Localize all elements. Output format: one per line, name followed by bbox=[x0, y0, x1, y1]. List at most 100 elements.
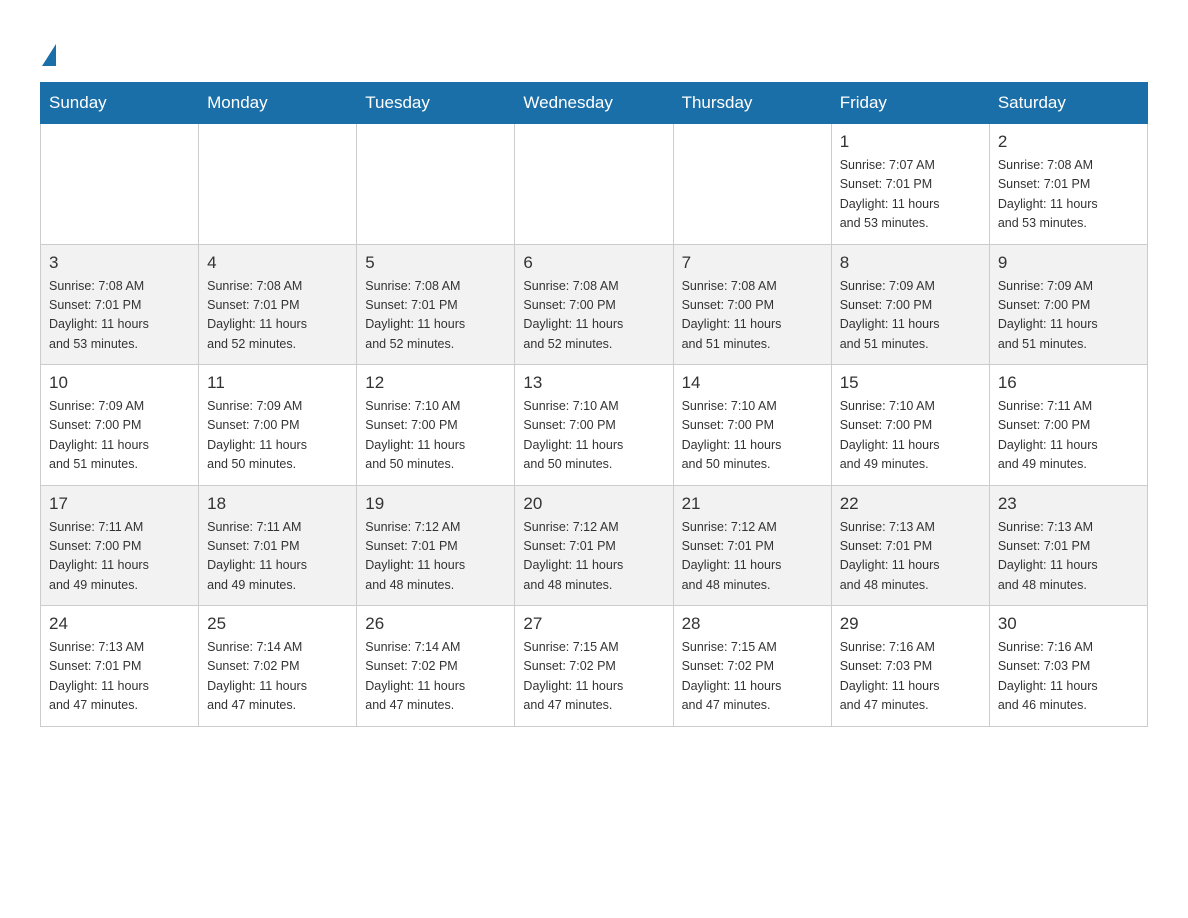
day-info: Sunrise: 7:12 AM Sunset: 7:01 PM Dayligh… bbox=[523, 518, 664, 596]
day-info: Sunrise: 7:10 AM Sunset: 7:00 PM Dayligh… bbox=[523, 397, 664, 475]
calendar-table: SundayMondayTuesdayWednesdayThursdayFrid… bbox=[40, 82, 1148, 727]
day-number: 25 bbox=[207, 614, 348, 634]
calendar-week-row: 10 Sunrise: 7:09 AM Sunset: 7:00 PM Dayli… bbox=[41, 365, 1148, 486]
calendar-cell bbox=[199, 124, 357, 245]
day-number: 14 bbox=[682, 373, 823, 393]
calendar-cell: 21 Sunrise: 7:12 AM Sunset: 7:01 PM Dayli… bbox=[673, 485, 831, 606]
day-info: Sunrise: 7:11 AM Sunset: 7:00 PM Dayligh… bbox=[49, 518, 190, 596]
day-info: Sunrise: 7:15 AM Sunset: 7:02 PM Dayligh… bbox=[682, 638, 823, 716]
day-info: Sunrise: 7:08 AM Sunset: 7:01 PM Dayligh… bbox=[998, 156, 1139, 234]
logo bbox=[40, 40, 56, 62]
calendar-cell: 27 Sunrise: 7:15 AM Sunset: 7:02 PM Dayli… bbox=[515, 606, 673, 727]
calendar-cell: 30 Sunrise: 7:16 AM Sunset: 7:03 PM Dayli… bbox=[989, 606, 1147, 727]
calendar-cell: 28 Sunrise: 7:15 AM Sunset: 7:02 PM Dayli… bbox=[673, 606, 831, 727]
day-number: 21 bbox=[682, 494, 823, 514]
column-header-wednesday: Wednesday bbox=[515, 83, 673, 124]
day-number: 15 bbox=[840, 373, 981, 393]
calendar-cell: 20 Sunrise: 7:12 AM Sunset: 7:01 PM Dayli… bbox=[515, 485, 673, 606]
calendar-cell: 1 Sunrise: 7:07 AM Sunset: 7:01 PM Daylig… bbox=[831, 124, 989, 245]
column-header-monday: Monday bbox=[199, 83, 357, 124]
column-header-sunday: Sunday bbox=[41, 83, 199, 124]
calendar-cell: 22Sunrise: 7:13 AM Sunset: 7:01 PM Dayli… bbox=[831, 485, 989, 606]
day-info: Sunrise: 7:16 AM Sunset: 7:03 PM Dayligh… bbox=[840, 638, 981, 716]
day-info: Sunrise: 7:09 AM Sunset: 7:00 PM Dayligh… bbox=[207, 397, 348, 475]
calendar-cell: 3 Sunrise: 7:08 AM Sunset: 7:01 PM Daylig… bbox=[41, 244, 199, 365]
calendar-cell: 8 Sunrise: 7:09 AM Sunset: 7:00 PM Daylig… bbox=[831, 244, 989, 365]
day-number: 28 bbox=[682, 614, 823, 634]
day-info: Sunrise: 7:11 AM Sunset: 7:00 PM Dayligh… bbox=[998, 397, 1139, 475]
calendar-cell: 14 Sunrise: 7:10 AM Sunset: 7:00 PM Dayli… bbox=[673, 365, 831, 486]
day-info: Sunrise: 7:07 AM Sunset: 7:01 PM Dayligh… bbox=[840, 156, 981, 234]
day-number: 27 bbox=[523, 614, 664, 634]
calendar-cell: 25 Sunrise: 7:14 AM Sunset: 7:02 PM Dayli… bbox=[199, 606, 357, 727]
day-info: Sunrise: 7:09 AM Sunset: 7:00 PM Dayligh… bbox=[998, 277, 1139, 355]
day-info: Sunrise: 7:08 AM Sunset: 7:00 PM Dayligh… bbox=[523, 277, 664, 355]
calendar-cell bbox=[41, 124, 199, 245]
day-number: 3 bbox=[49, 253, 190, 273]
calendar-cell: 24 Sunrise: 7:13 AM Sunset: 7:01 PM Dayli… bbox=[41, 606, 199, 727]
page-header bbox=[40, 30, 1148, 62]
calendar-week-row: 24 Sunrise: 7:13 AM Sunset: 7:01 PM Dayli… bbox=[41, 606, 1148, 727]
calendar-cell: 10Sunrise: 7:09 AM Sunset: 7:00 PM Dayli… bbox=[41, 365, 199, 486]
calendar-header-row: SundayMondayTuesdayWednesdayThursdayFrid… bbox=[41, 83, 1148, 124]
day-info: Sunrise: 7:11 AM Sunset: 7:01 PM Dayligh… bbox=[207, 518, 348, 596]
day-number: 4 bbox=[207, 253, 348, 273]
day-number: 8 bbox=[840, 253, 981, 273]
day-number: 1 bbox=[840, 132, 981, 152]
column-header-thursday: Thursday bbox=[673, 83, 831, 124]
day-number: 10 bbox=[49, 373, 190, 393]
day-number: 23 bbox=[998, 494, 1139, 514]
calendar-cell: 2 Sunrise: 7:08 AM Sunset: 7:01 PM Daylig… bbox=[989, 124, 1147, 245]
day-info: Sunrise: 7:10 AM Sunset: 7:00 PM Dayligh… bbox=[682, 397, 823, 475]
day-number: 16 bbox=[998, 373, 1139, 393]
day-number: 19 bbox=[365, 494, 506, 514]
day-number: 7 bbox=[682, 253, 823, 273]
day-info: Sunrise: 7:10 AM Sunset: 7:00 PM Dayligh… bbox=[365, 397, 506, 475]
calendar-cell: 18 Sunrise: 7:11 AM Sunset: 7:01 PM Dayli… bbox=[199, 485, 357, 606]
logo-triangle-icon bbox=[42, 44, 56, 66]
day-number: 11 bbox=[207, 373, 348, 393]
calendar-cell: 16 Sunrise: 7:11 AM Sunset: 7:00 PM Dayli… bbox=[989, 365, 1147, 486]
day-number: 12 bbox=[365, 373, 506, 393]
calendar-cell: 12 Sunrise: 7:10 AM Sunset: 7:00 PM Dayli… bbox=[357, 365, 515, 486]
day-info: Sunrise: 7:14 AM Sunset: 7:02 PM Dayligh… bbox=[365, 638, 506, 716]
day-info: Sunrise: 7:08 AM Sunset: 7:01 PM Dayligh… bbox=[49, 277, 190, 355]
day-number: 29 bbox=[840, 614, 981, 634]
calendar-week-row: 17Sunrise: 7:11 AM Sunset: 7:00 PM Dayli… bbox=[41, 485, 1148, 606]
calendar-cell: 4 Sunrise: 7:08 AM Sunset: 7:01 PM Daylig… bbox=[199, 244, 357, 365]
column-header-tuesday: Tuesday bbox=[357, 83, 515, 124]
day-info: Sunrise: 7:13 AM Sunset: 7:01 PM Dayligh… bbox=[998, 518, 1139, 596]
day-info: Sunrise: 7:12 AM Sunset: 7:01 PM Dayligh… bbox=[682, 518, 823, 596]
column-header-friday: Friday bbox=[831, 83, 989, 124]
calendar-cell: 26Sunrise: 7:14 AM Sunset: 7:02 PM Dayli… bbox=[357, 606, 515, 727]
day-info: Sunrise: 7:08 AM Sunset: 7:01 PM Dayligh… bbox=[365, 277, 506, 355]
day-number: 20 bbox=[523, 494, 664, 514]
day-number: 18 bbox=[207, 494, 348, 514]
calendar-cell bbox=[357, 124, 515, 245]
day-info: Sunrise: 7:13 AM Sunset: 7:01 PM Dayligh… bbox=[49, 638, 190, 716]
calendar-cell bbox=[673, 124, 831, 245]
calendar-cell: 5 Sunrise: 7:08 AM Sunset: 7:01 PM Daylig… bbox=[357, 244, 515, 365]
day-info: Sunrise: 7:08 AM Sunset: 7:00 PM Dayligh… bbox=[682, 277, 823, 355]
day-info: Sunrise: 7:08 AM Sunset: 7:01 PM Dayligh… bbox=[207, 277, 348, 355]
day-number: 6 bbox=[523, 253, 664, 273]
day-number: 2 bbox=[998, 132, 1139, 152]
calendar-week-row: 1 Sunrise: 7:07 AM Sunset: 7:01 PM Daylig… bbox=[41, 124, 1148, 245]
calendar-cell: 15Sunrise: 7:10 AM Sunset: 7:00 PM Dayli… bbox=[831, 365, 989, 486]
day-info: Sunrise: 7:15 AM Sunset: 7:02 PM Dayligh… bbox=[523, 638, 664, 716]
day-info: Sunrise: 7:14 AM Sunset: 7:02 PM Dayligh… bbox=[207, 638, 348, 716]
day-number: 30 bbox=[998, 614, 1139, 634]
calendar-cell: 29 Sunrise: 7:16 AM Sunset: 7:03 PM Dayli… bbox=[831, 606, 989, 727]
day-number: 5 bbox=[365, 253, 506, 273]
calendar-cell: 11 Sunrise: 7:09 AM Sunset: 7:00 PM Dayli… bbox=[199, 365, 357, 486]
day-info: Sunrise: 7:09 AM Sunset: 7:00 PM Dayligh… bbox=[840, 277, 981, 355]
day-info: Sunrise: 7:16 AM Sunset: 7:03 PM Dayligh… bbox=[998, 638, 1139, 716]
calendar-cell: 6 Sunrise: 7:08 AM Sunset: 7:00 PM Daylig… bbox=[515, 244, 673, 365]
day-info: Sunrise: 7:13 AM Sunset: 7:01 PM Dayligh… bbox=[840, 518, 981, 596]
day-number: 13 bbox=[523, 373, 664, 393]
calendar-week-row: 3 Sunrise: 7:08 AM Sunset: 7:01 PM Daylig… bbox=[41, 244, 1148, 365]
calendar-cell bbox=[515, 124, 673, 245]
calendar-cell: 7 Sunrise: 7:08 AM Sunset: 7:00 PM Daylig… bbox=[673, 244, 831, 365]
day-number: 24 bbox=[49, 614, 190, 634]
column-header-saturday: Saturday bbox=[989, 83, 1147, 124]
